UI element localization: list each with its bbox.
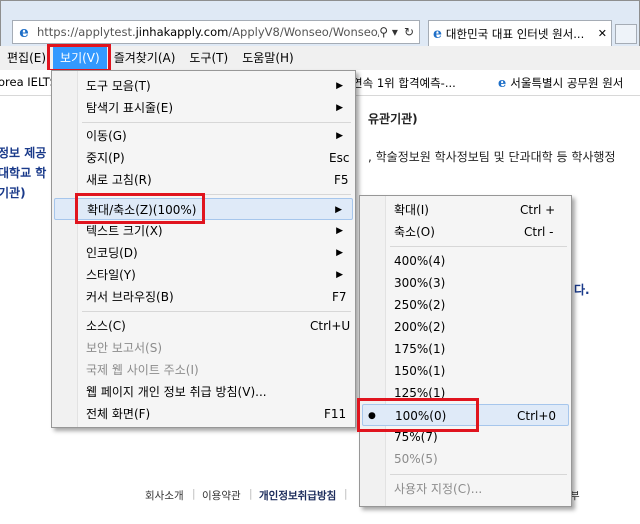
view-menu-item-text-size[interactable]: 텍스트 크기(X) ▶ [54, 220, 353, 242]
footer-divider: | [249, 488, 253, 500]
view-menu-item-privacy-policy[interactable]: 웹 페이지 개인 정보 취급 방침(V)... [54, 381, 353, 403]
url-text[interactable]: https://applytest.jinhakapply.com/ApplyV… [37, 25, 379, 39]
tab-ie-icon: e [433, 25, 442, 42]
zoom-level-item[interactable]: 400%(4) [362, 250, 569, 272]
address-bar[interactable]: e https://applytest.jinhakapply.com/Appl… [12, 20, 420, 44]
zoom-out-item[interactable]: 축소(O) Ctrl - [362, 221, 569, 243]
view-menu-item-explorer-bars[interactable]: 탐색기 표시줄(E) ▶ [54, 97, 353, 119]
view-menu-item-toolbars[interactable]: 도구 모음(T) ▶ [54, 75, 353, 97]
view-menu-item-caret-browsing[interactable]: 커서 브라우징(B) F7 [54, 286, 353, 308]
ie-logo-icon: e [19, 23, 29, 41]
zoom-level-item-selected[interactable]: ● 100%(0) Ctrl+0 [362, 404, 569, 426]
footer-link-privacy[interactable]: 개인정보취급방침 [259, 488, 336, 503]
selected-bullet-icon: ● [368, 411, 376, 421]
page-left-line: 정보 제공 [0, 146, 47, 160]
zoom-level-item[interactable]: 175%(1) [362, 338, 569, 360]
menu-favorites[interactable]: 즐겨찾기(A) [107, 47, 183, 69]
search-icon[interactable]: ⚲ ▾ [379, 25, 398, 39]
menu-view[interactable]: 보기(V) [53, 47, 107, 69]
view-menu-item-encoding[interactable]: 인코딩(D) ▶ [54, 242, 353, 264]
submenu-arrow-icon: ▶ [335, 205, 342, 215]
menu-separator [390, 246, 567, 247]
page-left-line: 기관) [0, 186, 26, 200]
footer-link-terms[interactable]: 이용약관 [202, 488, 241, 503]
submenu-arrow-icon: ▶ [336, 226, 343, 236]
submenu-arrow-icon: ▶ [336, 81, 343, 91]
menu-separator [82, 311, 351, 312]
menu-separator [82, 122, 351, 123]
view-menu-item-full-screen[interactable]: 전체 화면(F) F11 [54, 403, 353, 425]
browser-tab[interactable]: e 대한민국 대표 인터넷 원서... ✕ [428, 20, 612, 46]
view-menu-item-security-report: 보안 보고서(S) [86, 341, 162, 355]
footer-divider: | [344, 488, 348, 500]
footer-divider: | [192, 488, 196, 500]
zoom-level-item: 50%(5) [394, 452, 438, 466]
page-heading-fragment: 유관기관) [368, 112, 418, 126]
view-menu-item-source[interactable]: 소스(C) Ctrl+U [54, 315, 353, 337]
refresh-icon[interactable]: ↻ [404, 25, 414, 39]
zoom-level-item[interactable]: 75%(7) [362, 426, 569, 448]
view-menu-item-go-to[interactable]: 이동(G) ▶ [54, 125, 353, 147]
view-menu-item-international-address: 국제 웹 사이트 주소(I) [86, 363, 199, 377]
close-tab-icon[interactable]: ✕ [598, 27, 607, 40]
zoom-level-item[interactable]: 125%(1) [362, 382, 569, 404]
url-domain: jinhakapply.com [135, 25, 229, 39]
page-body-fragment: , 학술정보원 학사정보팀 및 단과대학 등 학사행정 [368, 150, 616, 164]
zoom-submenu: 확대(I) Ctrl + 축소(O) Ctrl - 400%(4) 300%(3) … [359, 195, 572, 507]
zoom-level-item[interactable]: 300%(3) [362, 272, 569, 294]
zoom-in-item[interactable]: 확대(I) Ctrl + [362, 199, 569, 221]
menubar: 편집(E) 보기(V) 즐겨찾기(A) 도구(T) 도움말(H) [0, 46, 640, 70]
url-path: /ApplyV8/Wonseo/Wonseo/... [228, 25, 380, 39]
favorite-item[interactable]: e 서울특별시 공무원 원서 [498, 75, 623, 91]
menu-help[interactable]: 도움말(H) [235, 47, 301, 69]
favorite-item[interactable]: orea IELTS [0, 75, 57, 89]
url-host: https://applytest. [37, 25, 136, 39]
submenu-arrow-icon: ▶ [336, 131, 343, 141]
view-menu-item-zoom[interactable]: 확대/축소(Z)(100%) ▶ [54, 198, 353, 220]
zoom-custom-item: 사용자 지정(C)... [394, 482, 483, 496]
submenu-arrow-icon: ▶ [336, 103, 343, 113]
view-menu-item-style[interactable]: 스타일(Y) ▶ [54, 264, 353, 286]
zoom-level-item[interactable]: 250%(2) [362, 294, 569, 316]
page-left-line: 대학교 학 [0, 166, 47, 180]
view-menu-item-refresh[interactable]: 새로 고침(R) F5 [54, 169, 353, 191]
view-menu-item-stop[interactable]: 중지(P) Esc [54, 147, 353, 169]
favorite-ie-icon: e [498, 75, 507, 91]
menu-edit[interactable]: 편집(E) [0, 47, 53, 69]
favorite-item[interactable]: 연속 1위 합격예측-... [352, 75, 456, 91]
view-menu: 도구 모음(T) ▶ 탐색기 표시줄(E) ▶ 이동(G) ▶ 중지(P) Esc 새로… [51, 70, 356, 428]
zoom-level-item[interactable]: 200%(2) [362, 316, 569, 338]
new-tab-button[interactable] [615, 24, 637, 44]
submenu-arrow-icon: ▶ [336, 248, 343, 258]
page-notice-fragment: 다. [574, 283, 590, 297]
footer-link-about[interactable]: 회사소개 [145, 488, 184, 503]
menu-separator [82, 194, 351, 195]
zoom-level-item[interactable]: 150%(1) [362, 360, 569, 382]
menu-separator [390, 474, 567, 475]
tab-title: 대한민국 대표 인터넷 원서... [445, 26, 585, 41]
submenu-arrow-icon: ▶ [336, 270, 343, 280]
menu-tools[interactable]: 도구(T) [182, 47, 235, 69]
